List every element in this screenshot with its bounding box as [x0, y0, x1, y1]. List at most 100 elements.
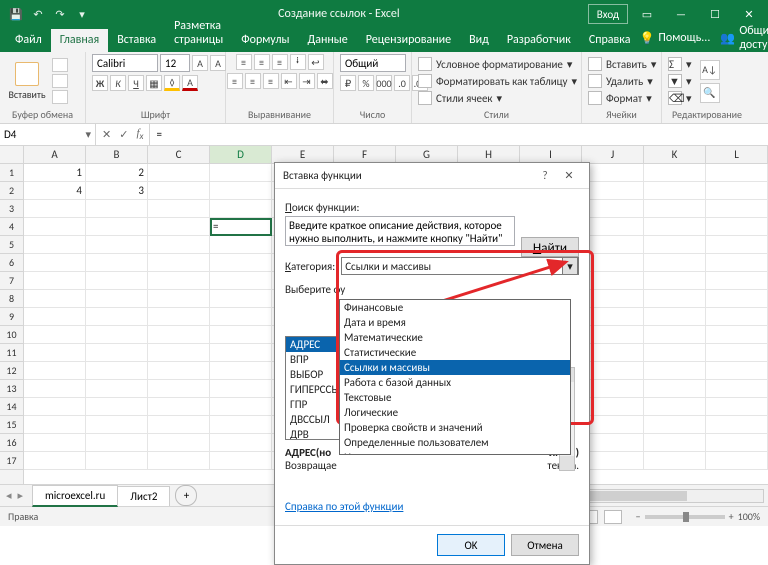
cell-K5[interactable] — [644, 236, 706, 254]
cell-A4[interactable] — [24, 218, 86, 236]
cell-J6[interactable] — [582, 254, 644, 272]
row-header-12[interactable]: 12 — [0, 362, 23, 380]
category-option[interactable]: Логические — [340, 405, 570, 420]
accounting-icon[interactable]: ₽ — [340, 75, 356, 91]
align-top-icon[interactable]: ≡ — [236, 54, 252, 70]
cell-K17[interactable] — [644, 452, 706, 470]
cell-A3[interactable] — [24, 200, 86, 218]
tab-help[interactable]: Справка — [580, 29, 640, 52]
cell-A14[interactable] — [24, 398, 86, 416]
cell-B12[interactable] — [86, 362, 148, 380]
column-header-F[interactable]: F — [334, 146, 396, 163]
category-dropdown-icon[interactable]: ▾ — [562, 257, 578, 275]
row-header-14[interactable]: 14 — [0, 398, 23, 416]
row-header-17[interactable]: 17 — [0, 452, 23, 470]
undo-icon[interactable]: ↶ — [30, 6, 46, 22]
cell-K8[interactable] — [644, 290, 706, 308]
row-header-4[interactable]: 4 — [0, 218, 23, 236]
cell-B5[interactable] — [86, 236, 148, 254]
new-sheet-button[interactable]: + — [175, 485, 197, 506]
cell-L11[interactable] — [706, 344, 768, 362]
percent-icon[interactable]: % — [358, 75, 374, 91]
cell-D8[interactable] — [210, 290, 272, 308]
cell-A12[interactable] — [24, 362, 86, 380]
column-header-J[interactable]: J — [582, 146, 644, 163]
row-header-2[interactable]: 2 — [0, 182, 23, 200]
cell-B4[interactable] — [86, 218, 148, 236]
zoom-in-icon[interactable]: + — [729, 510, 734, 523]
align-right-icon[interactable]: ≡ — [263, 73, 279, 89]
cell-A10[interactable] — [24, 326, 86, 344]
dialog-close-icon[interactable]: ✕ — [557, 166, 581, 186]
indent-dec-icon[interactable]: ⇤ — [281, 73, 297, 89]
name-box[interactable]: D4▾ — [0, 124, 96, 145]
cell-K11[interactable] — [644, 344, 706, 362]
function-help-link[interactable]: Справка по этой функции — [285, 500, 403, 513]
cell-C9[interactable] — [148, 308, 210, 326]
cell-D3[interactable] — [210, 200, 272, 218]
cell-A7[interactable] — [24, 272, 86, 290]
share-button[interactable]: 👥 Общий доступ — [720, 24, 768, 52]
cell-C16[interactable] — [148, 434, 210, 452]
cells-delete-button[interactable]: Удалить ▾ — [588, 74, 656, 88]
cell-D6[interactable] — [210, 254, 272, 272]
sort-filter-icon[interactable]: A↓ — [700, 60, 720, 80]
inc-decimal-icon[interactable]: .0 — [394, 75, 410, 91]
cell-K13[interactable] — [644, 380, 706, 398]
cell-C12[interactable] — [148, 362, 210, 380]
cell-C11[interactable] — [148, 344, 210, 362]
cell-C15[interactable] — [148, 416, 210, 434]
cell-B1[interactable]: 2 — [86, 164, 148, 182]
row-header-10[interactable]: 10 — [0, 326, 23, 344]
view-pagebreak-icon[interactable] — [604, 510, 622, 524]
select-all-corner[interactable] — [0, 146, 23, 164]
tab-data[interactable]: Данные — [298, 29, 356, 52]
cell-C7[interactable] — [148, 272, 210, 290]
cell-C6[interactable] — [148, 254, 210, 272]
formula-bar[interactable]: = — [150, 124, 768, 145]
zoom-out-icon[interactable]: − — [636, 510, 641, 523]
tab-file[interactable]: Файл — [6, 29, 51, 52]
row-header-6[interactable]: 6 — [0, 254, 23, 272]
cell-J16[interactable] — [582, 434, 644, 452]
cell-K2[interactable] — [644, 182, 706, 200]
cell-A8[interactable] — [24, 290, 86, 308]
ok-button[interactable]: OK — [437, 534, 505, 556]
grow-font-icon[interactable]: A — [192, 55, 208, 71]
cell-L8[interactable] — [706, 290, 768, 308]
cell-D16[interactable] — [210, 434, 272, 452]
cell-C3[interactable] — [148, 200, 210, 218]
sheet-tab-1[interactable]: microexcel.ru — [32, 485, 118, 507]
row-header-8[interactable]: 8 — [0, 290, 23, 308]
cell-A16[interactable] — [24, 434, 86, 452]
cell-J7[interactable] — [582, 272, 644, 290]
cell-K12[interactable] — [644, 362, 706, 380]
cell-A17[interactable] — [24, 452, 86, 470]
cell-A9[interactable] — [24, 308, 86, 326]
category-option[interactable]: Финансовые — [340, 300, 570, 315]
tab-developer[interactable]: Разработчик — [498, 29, 580, 52]
cell-C2[interactable] — [148, 182, 210, 200]
category-option[interactable]: Статистические — [340, 345, 570, 360]
column-header-I[interactable]: I — [520, 146, 582, 163]
copy-icon[interactable] — [52, 74, 68, 88]
category-option[interactable]: Математические — [340, 330, 570, 345]
category-option[interactable]: Ссылки и массивы — [340, 360, 570, 375]
zoom-slider[interactable] — [645, 515, 725, 519]
cell-D5[interactable] — [210, 236, 272, 254]
cell-B11[interactable] — [86, 344, 148, 362]
maximize-icon[interactable]: ☐ — [700, 2, 730, 26]
cell-K4[interactable] — [644, 218, 706, 236]
format-as-table-button[interactable]: Форматировать как таблицу ▾ — [418, 74, 577, 88]
align-mid-icon[interactable]: ≡ — [254, 54, 270, 70]
cell-L14[interactable] — [706, 398, 768, 416]
minimize-icon[interactable]: — — [666, 2, 696, 26]
column-header-L[interactable]: L — [706, 146, 768, 163]
row-header-11[interactable]: 11 — [0, 344, 23, 362]
border-icon[interactable]: ▦ — [146, 75, 162, 91]
align-left-icon[interactable]: ≡ — [227, 73, 243, 89]
conditional-formatting-button[interactable]: Условное форматирование ▾ — [418, 57, 577, 71]
paste-button[interactable]: Вставить — [6, 62, 48, 101]
cell-B13[interactable] — [86, 380, 148, 398]
bold-icon[interactable]: Ж — [92, 75, 108, 91]
